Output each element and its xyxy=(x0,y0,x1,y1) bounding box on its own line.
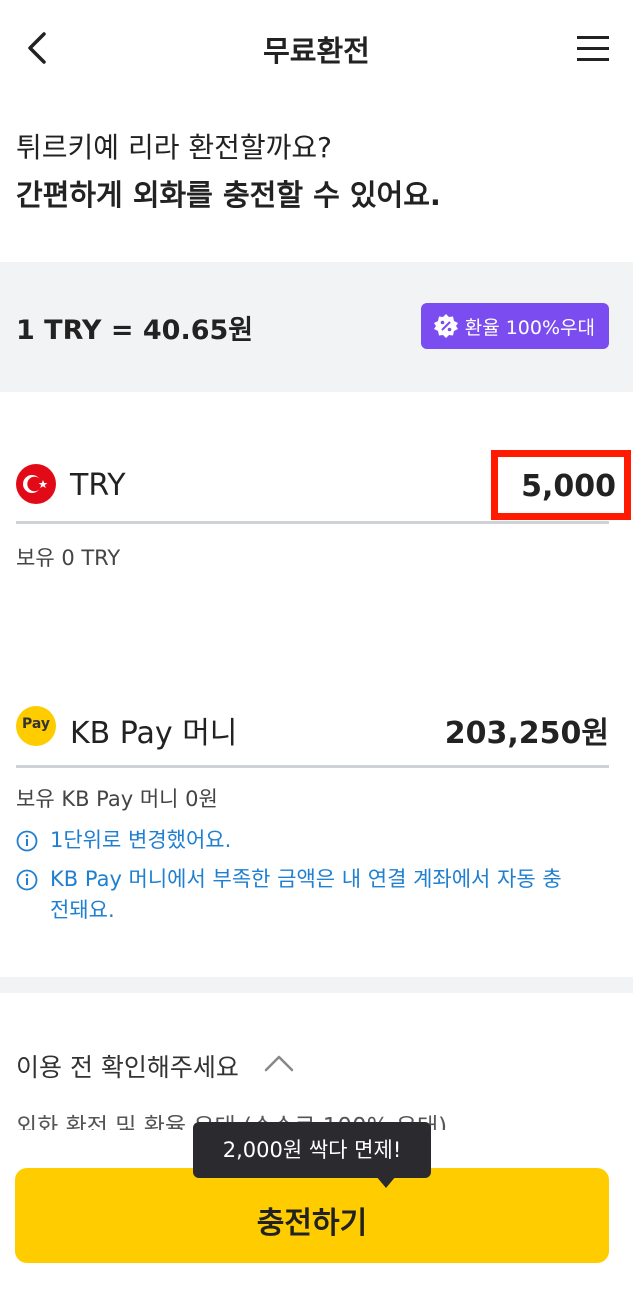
rate-discount-badge[interactable]: 환율 100%우대 xyxy=(420,303,609,349)
intro-subtitle: 간편하게 외화를 충전할 수 있어요. xyxy=(16,178,441,212)
kbpay-icon: Pay xyxy=(16,706,56,746)
charge-button[interactable]: 충전하기 xyxy=(15,1168,609,1263)
rate-badge-label: 환율 100%우대 xyxy=(464,316,595,339)
section-divider xyxy=(0,977,633,993)
discount-badge-icon xyxy=(433,314,458,338)
info-icon xyxy=(16,869,38,891)
foreign-currency-row: TRY 5,000 xyxy=(16,450,631,524)
intro-question: 튀르키예 리라 환전할까요? xyxy=(16,131,333,164)
kbpay-amount: 203,250원 xyxy=(444,716,609,751)
foreign-holding-text: 보유 0 TRY xyxy=(16,546,121,570)
intro-section: 튀르키예 리라 환전할까요? 간편하게 외화를 충전할 수 있어요. xyxy=(16,128,616,218)
foreign-amount-input[interactable]: 5,000 xyxy=(521,469,616,504)
info-icon xyxy=(16,830,38,852)
kbpay-money-row: Pay KB Pay 머니 203,250원 xyxy=(16,700,609,768)
chevron-up-icon[interactable] xyxy=(262,1052,296,1074)
kbpay-label: KB Pay 머니 xyxy=(70,716,238,751)
notice-text: 1단위로 변경했어요. xyxy=(50,828,232,852)
exchange-rate-panel: 1 TRY = 40.65원 환율 100%우대 xyxy=(0,262,633,392)
exchange-rate-text: 1 TRY = 40.65원 xyxy=(16,315,254,346)
turkey-flag-icon xyxy=(16,464,56,504)
hamburger-menu-icon[interactable] xyxy=(575,32,611,64)
notice-unit-change: 1단위로 변경했어요. xyxy=(16,825,616,856)
tooltip-arrow xyxy=(376,1176,396,1188)
fee-waiver-tooltip: 2,000원 싹다 면제! xyxy=(193,1122,431,1178)
notice-text: KB Pay 머니에서 부족한 금액은 내 연결 계좌에서 자동 충전돼요. xyxy=(50,867,562,922)
kbpay-icon-text: Pay xyxy=(21,716,51,732)
kbpay-holding-text: 보유 KB Pay 머니 0원 xyxy=(16,787,218,811)
precautions-toggle[interactable]: 이용 전 확인해주세요 xyxy=(16,1048,239,1084)
top-app-bar: 무료환전 xyxy=(0,0,633,100)
page-title: 무료환전 xyxy=(263,34,370,68)
highlight-box: 5,000 xyxy=(491,450,631,520)
notice-auto-charge: KB Pay 머니에서 부족한 금액은 내 연결 계좌에서 자동 충전돼요. xyxy=(16,864,576,926)
currency-code: TRY xyxy=(70,468,126,503)
charge-button-label: 충전하기 xyxy=(256,1206,368,1241)
